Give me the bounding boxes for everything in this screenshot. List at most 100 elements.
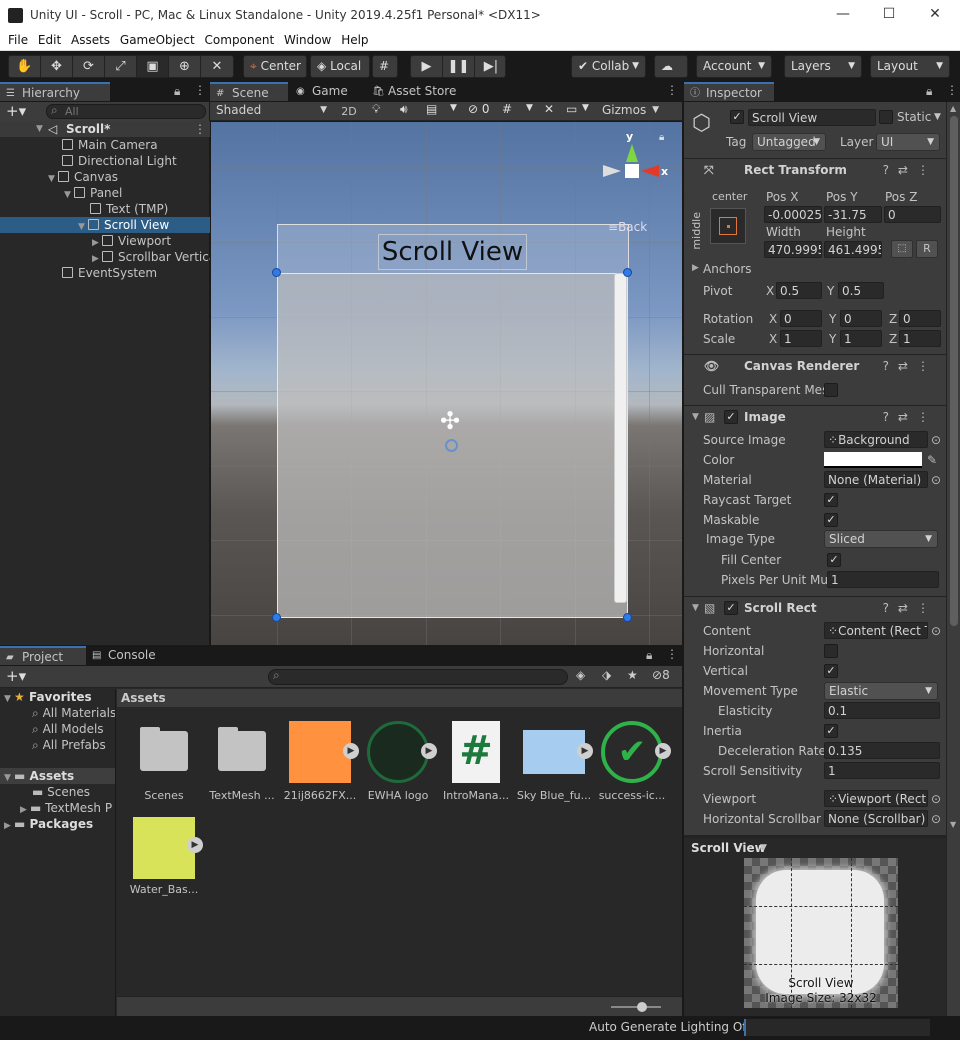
account-dropdown[interactable]: Account ▼ <box>696 55 772 78</box>
favorites-header[interactable]: ▼ ★ Favorites <box>4 689 115 705</box>
lighting-icon[interactable]: 💡︎ <box>372 102 380 117</box>
scale-y-field[interactable]: 1 <box>840 330 882 347</box>
grid-icon[interactable]: # <box>502 102 512 116</box>
scene-viewport[interactable]: Scroll View ✣ y x ≡Back 🔒︎ <box>211 122 682 645</box>
project-lock-icon[interactable]: 🔒︎ <box>646 648 652 663</box>
asset-item[interactable]: Scenes <box>125 721 203 802</box>
menu-assets[interactable]: Assets <box>63 31 110 47</box>
pos-z-field[interactable]: 0 <box>884 206 941 223</box>
custom-tool-icon[interactable]: ✕ <box>201 56 233 77</box>
inspector-more-icon[interactable]: ⋮ <box>946 83 958 97</box>
expand-icon[interactable]: ▶ <box>421 743 437 759</box>
hierarchy-search-input[interactable]: ⌕ All <box>46 103 206 119</box>
tools-icon[interactable]: ✕ <box>544 102 554 116</box>
material-field[interactable]: None (Material) <box>824 471 928 488</box>
image-type-dropdown[interactable]: Sliced ▼ <box>824 530 938 548</box>
asset-item[interactable]: # IntroMana... <box>437 721 515 802</box>
image-component-header[interactable]: ▼ ▨ ✓ Image ?⇄⋮ <box>684 405 946 427</box>
menu-window[interactable]: Window <box>276 31 331 47</box>
rect-tool-icon[interactable]: ▣ <box>137 56 169 77</box>
preview-dropdown-icon[interactable]: ▼ <box>760 838 767 858</box>
scene-orientation-gizmo[interactable]: y x ≡Back 🔒︎ <box>601 128 681 234</box>
icon-size-slider-thumb[interactable] <box>637 1002 647 1012</box>
asset-item[interactable]: Sky Blue_fu... ▶ <box>515 721 593 802</box>
pixels-per-unit-field[interactable]: 1 <box>827 571 939 588</box>
favorite-star-icon[interactable]: ★ <box>627 668 638 682</box>
scale-x-field[interactable]: 1 <box>780 330 822 347</box>
width-field[interactable]: 470.9995 <box>764 241 822 258</box>
camera-icon[interactable]: ▭ <box>566 102 577 116</box>
close-icon[interactable]: ✕ <box>920 6 950 26</box>
hierarchy-item-selected[interactable]: ▼ Scroll View <box>0 217 210 233</box>
expand-icon[interactable]: ▶ <box>187 837 203 853</box>
component-header-icons[interactable]: ?⇄⋮ <box>883 597 938 619</box>
pivot-x-field[interactable]: 0.5 <box>776 282 822 299</box>
layout-dropdown[interactable]: Layout ▼ <box>870 55 950 78</box>
scroll-rect-header[interactable]: ▼ ▧ ✓ Scroll Rect ?⇄⋮ <box>684 596 946 618</box>
hierarchy-item[interactable]: Main Camera <box>0 137 210 153</box>
raw-edit-button[interactable]: R <box>916 240 938 258</box>
object-picker-icon[interactable]: ⊙ <box>931 621 941 641</box>
asset-item[interactable]: ✔ success-ic... ▶ <box>593 721 671 802</box>
blueprint-mode-icon[interactable]: ⬚ <box>891 240 913 258</box>
cloud-icon[interactable]: ☁ <box>654 55 688 78</box>
scrollbar-vertical[interactable] <box>614 273 627 603</box>
scroll-up-icon[interactable]: ▲ <box>950 104 956 113</box>
object-picker-icon[interactable]: ⊙ <box>931 430 941 450</box>
asset-item[interactable]: Water_Bas... ▶ <box>125 817 203 896</box>
rotation-y-field[interactable]: 0 <box>840 310 882 327</box>
hidden-objects-icon[interactable]: ⊘ 0 <box>468 102 490 116</box>
favorite-item[interactable]: ⌕ All Prefabs <box>32 737 115 753</box>
object-picker-icon[interactable]: ⊙ <box>931 809 941 829</box>
minimize-icon[interactable]: — <box>828 6 858 26</box>
grid-dropdown-icon[interactable]: ▼ <box>526 103 533 113</box>
asset-item[interactable]: EWHA logo ▶ <box>359 721 437 802</box>
cull-transparent-checkbox[interactable] <box>824 383 838 397</box>
rotation-z-field[interactable]: 0 <box>899 310 941 327</box>
viewport-field[interactable]: ⁘Viewport (Rect <box>824 790 928 807</box>
component-header-icons[interactable]: ?⇄⋮ <box>883 355 938 377</box>
scene-menu-icon[interactable]: ⋮ <box>194 121 206 137</box>
icon-size-slider[interactable] <box>611 1006 661 1008</box>
menu-help[interactable]: Help <box>333 31 368 47</box>
hierarchy-item[interactable]: EventSystem <box>0 265 210 281</box>
scroll-down-icon[interactable]: ▼ <box>950 820 956 829</box>
menu-edit[interactable]: Edit <box>30 31 61 47</box>
shading-dropdown[interactable]: Shaded ▼ <box>212 102 332 120</box>
object-picker-icon[interactable]: ⊙ <box>931 470 941 490</box>
tab-game[interactable]: ◉ Game <box>290 82 366 101</box>
tab-asset-store[interactable]: 🛍︎ Asset Store <box>366 82 466 101</box>
expand-icon[interactable]: ▶ <box>655 743 671 759</box>
inspector-scrollbar[interactable]: ▲ ▼ <box>946 102 960 1016</box>
expand-icon[interactable]: ▶ <box>577 743 593 759</box>
packages-folder-row[interactable]: ▶ ▬ Packages <box>4 816 115 832</box>
height-field[interactable]: 461.4995 <box>824 241 882 258</box>
filter-label-icon[interactable]: ⬗ <box>602 668 611 682</box>
folder-item[interactable]: ▬ Scenes <box>32 784 115 800</box>
rect-handle-br[interactable] <box>623 613 632 622</box>
grid-snap-icon[interactable]: # <box>372 55 398 78</box>
project-more-icon[interactable]: ⋮ <box>666 647 678 661</box>
pivot-y-field[interactable]: 0.5 <box>838 282 884 299</box>
object-picker-icon[interactable]: ⊙ <box>931 789 941 809</box>
tag-dropdown[interactable]: Untagged ▼ <box>752 133 826 151</box>
pivot-local-button[interactable]: ◈ Local <box>310 55 370 78</box>
raycast-target-checkbox[interactable]: ✓ <box>824 493 838 507</box>
rect-handle-tr[interactable] <box>623 268 632 277</box>
favorite-item[interactable]: ⌕ All Models <box>32 721 115 737</box>
more-menu-icon[interactable]: ⋮ <box>194 83 206 97</box>
content-field[interactable]: ⁘Content (Rect T <box>824 622 928 639</box>
gizmos-dropdown[interactable]: Gizmos ▼ <box>598 102 664 120</box>
tab-scene[interactable]: # Scene <box>210 82 288 101</box>
source-image-field[interactable]: ⁘Background <box>824 431 928 448</box>
object-name-field[interactable]: Scroll View <box>748 109 876 126</box>
fill-center-checkbox[interactable]: ✓ <box>827 553 841 567</box>
maskable-checkbox[interactable]: ✓ <box>824 513 838 527</box>
pos-y-field[interactable]: -31.75 <box>824 206 882 223</box>
hierarchy-item[interactable]: ▶ Scrollbar Vertica <box>0 249 210 265</box>
deceleration-rate-field[interactable]: 0.135 <box>824 742 940 759</box>
scroll-sensitivity-field[interactable]: 1 <box>824 762 940 779</box>
vertical-checkbox[interactable]: ✓ <box>824 664 838 678</box>
static-dropdown-icon[interactable]: ▼ <box>934 112 941 122</box>
folder-item[interactable]: ▶ ▬ TextMesh P <box>20 800 115 816</box>
